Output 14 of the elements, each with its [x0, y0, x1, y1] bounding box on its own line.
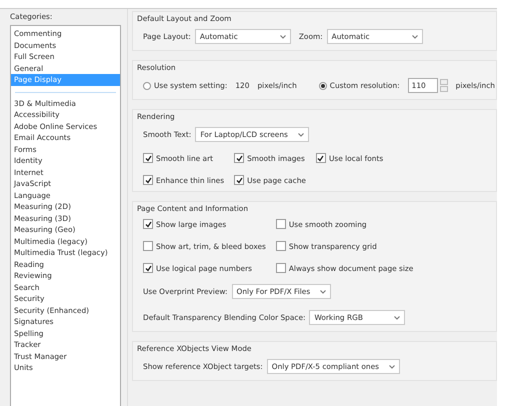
checkmark-icon: [144, 220, 152, 228]
caret-icon: [389, 364, 395, 368]
caret-icon: [298, 132, 304, 136]
checkmark-icon: [144, 176, 152, 184]
caret-icon: [412, 34, 418, 38]
caret-icon: [320, 290, 326, 294]
checkmark-icon: [236, 176, 243, 184]
checkmark-icon: [144, 154, 152, 162]
checkmark-icon: [236, 154, 243, 162]
spinner-icon[interactable]: [440, 79, 448, 92]
checkmark-icon: [317, 154, 324, 162]
caret-icon: [394, 316, 400, 320]
checkmark-icon: [144, 264, 152, 272]
caret-icon: [280, 34, 286, 38]
